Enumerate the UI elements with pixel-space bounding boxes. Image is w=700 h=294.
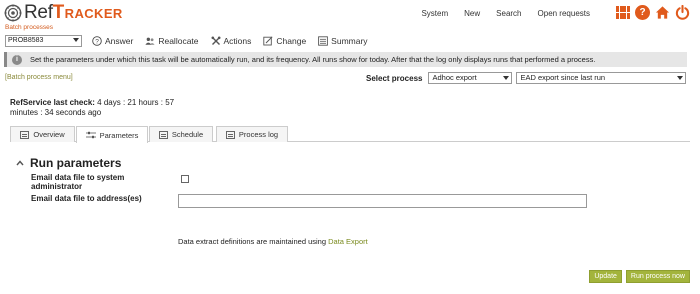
reallocate-button[interactable]: Reallocate	[145, 36, 199, 46]
tab-overview[interactable]: Overview	[10, 126, 75, 142]
change-label: Change	[276, 36, 307, 46]
info-banner: i Set the parameters under which this ta…	[4, 52, 687, 67]
tab-process-log-label: Process log	[238, 130, 279, 139]
apps-grid-icon[interactable]	[616, 5, 630, 20]
change-button[interactable]: Change	[263, 36, 306, 46]
users-icon	[145, 37, 155, 45]
logo-text-ref: Ref	[24, 2, 53, 23]
answer-label: Answer	[105, 36, 134, 46]
power-icon[interactable]	[675, 5, 690, 20]
header: Ref Tracker System New Search Open reque…	[0, 0, 700, 22]
last-check-value-2: minutes : 34 seconds ago	[10, 108, 102, 117]
reallocate-label: Reallocate	[158, 36, 199, 46]
last-check-label: RefService last check:	[10, 98, 95, 107]
nav-search[interactable]: Search	[496, 9, 521, 18]
nav-new[interactable]: New	[464, 9, 480, 18]
nav-open-requests[interactable]: Open requests	[538, 9, 590, 18]
tab-parameters-label: Parameters	[99, 130, 139, 140]
toolbar: ? Answer Reallocate Actions Change Summa…	[92, 36, 368, 46]
data-export-link[interactable]: Data Export	[328, 237, 368, 246]
process-name-select[interactable]: EAD export since last run	[516, 72, 687, 84]
calendar-icon	[158, 130, 168, 139]
run-process-now-button[interactable]: Run process now	[625, 270, 690, 283]
email-admin-label-line2: administrator	[31, 182, 83, 191]
tools-icon	[211, 36, 221, 45]
info-text: Set the parameters under which this task…	[30, 55, 596, 64]
process-id-value: PROB8583	[8, 37, 44, 44]
info-icon: i	[12, 54, 22, 65]
tab-parameters[interactable]: Parameters	[76, 126, 148, 143]
email-admin-label: Email data file to system administrator	[31, 173, 124, 191]
action-buttons: Update Run process now	[589, 270, 690, 283]
question-circle-icon: ?	[92, 36, 102, 46]
process-type-select[interactable]: Adhoc export	[428, 72, 513, 84]
home-icon[interactable]	[655, 5, 670, 20]
process-id-select[interactable]: PROB8583	[5, 35, 82, 47]
chevron-down-icon	[73, 38, 79, 42]
summary-button[interactable]: Summary	[318, 36, 368, 46]
header-icons: ?	[616, 5, 690, 20]
answer-button[interactable]: ? Answer	[92, 36, 133, 46]
tab-overview-label: Overview	[33, 130, 65, 139]
document-icon	[20, 130, 30, 139]
edit-icon	[263, 36, 273, 46]
tab-schedule-label: Schedule	[171, 130, 204, 139]
help-icon[interactable]: ?	[635, 5, 650, 20]
email-address-input[interactable]	[178, 194, 587, 208]
last-check-value-1: 4 days : 21 hours : 57	[97, 98, 175, 107]
update-button[interactable]: Update	[589, 270, 622, 283]
logo-text-tracker: Tracker	[52, 2, 123, 23]
footnote: Data extract definitions are maintained …	[178, 237, 368, 246]
select-process-group: Select process Adhoc export EAD export s…	[366, 72, 687, 84]
email-admin-label-line1: Email data file to system	[31, 173, 125, 182]
run-parameters-header[interactable]: Run parameters	[16, 156, 121, 170]
summary-label: Summary	[331, 36, 368, 46]
sliders-icon	[85, 131, 96, 139]
footnote-text: Data extract definitions are maintained …	[178, 237, 327, 246]
tab-schedule[interactable]: Schedule	[149, 126, 213, 142]
section-title: Run parameters	[30, 156, 122, 170]
batch-process-menu-link[interactable]: [Batch process menu]	[5, 74, 73, 81]
email-admin-checkbox[interactable]	[181, 175, 189, 183]
email-address-label: Email data file to address(es)	[31, 194, 142, 203]
process-type-value: Adhoc export	[432, 73, 477, 82]
nav-system[interactable]: System	[421, 9, 448, 18]
chevron-down-icon	[503, 76, 510, 80]
process-name-value: EAD export since last run	[520, 73, 606, 82]
target-logo-icon	[4, 4, 22, 22]
tab-bar: Overview Parameters Schedule Process log	[10, 126, 690, 143]
list-icon	[225, 130, 235, 139]
select-process-label: Select process	[366, 73, 423, 83]
app-logo[interactable]: Ref Tracker	[4, 3, 123, 23]
top-navigation: System New Search Open requests	[421, 9, 590, 18]
tab-process-log[interactable]: Process log	[216, 126, 288, 142]
batch-processes-label: Batch processes	[5, 24, 54, 31]
list-icon	[318, 36, 329, 46]
chevron-up-icon	[16, 160, 24, 166]
actions-label: Actions	[223, 36, 252, 46]
chevron-down-icon	[677, 76, 684, 80]
svg-text:?: ?	[95, 38, 99, 45]
last-check-status: RefService last check: 4 days : 21 hours…	[10, 98, 174, 118]
actions-button[interactable]: Actions	[211, 36, 252, 46]
